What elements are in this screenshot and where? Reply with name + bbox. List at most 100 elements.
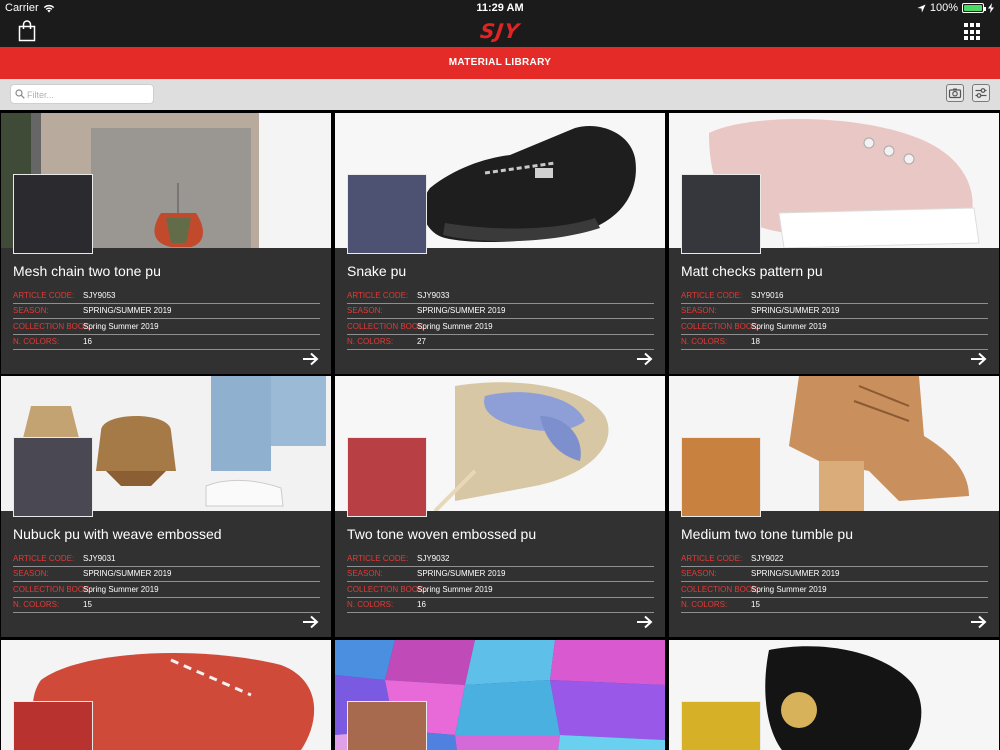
n-colors-row: N. COLORS: 15 (13, 598, 320, 613)
battery-percent: 100% (929, 2, 958, 14)
arrow-right-icon[interactable] (970, 352, 987, 366)
collection-book-label: COLLECTION BOOK: (347, 585, 426, 594)
material-card[interactable]: Matt checks pattern pu ARTICLE CODE: SJY9… (669, 113, 999, 374)
material-card[interactable] (335, 640, 665, 750)
arrow-right-icon[interactable] (302, 352, 319, 366)
n-colors-label: N. COLORS: (13, 600, 60, 609)
n-colors-label: N. COLORS: (13, 337, 60, 346)
season-label: SEASON: (681, 306, 717, 315)
brand-logo[interactable]: SJY (0, 19, 1000, 43)
material-card[interactable]: Snake pu ARTICLE CODE: SJY9033 SEASON: SPR… (335, 113, 665, 374)
article-code-value: SJY9032 (417, 554, 450, 563)
n-colors-value: 27 (417, 337, 426, 346)
collection-book-value: Spring Summer 2019 (417, 322, 493, 331)
filter-settings-button[interactable] (972, 84, 990, 102)
card-title: Nubuck pu with weave embossed (13, 526, 222, 542)
camera-icon (948, 88, 962, 99)
season-row: SEASON: SPRING/SUMMER 2019 (681, 304, 988, 319)
season-label: SEASON: (681, 569, 717, 578)
article-code-value: SJY9033 (417, 291, 450, 300)
filter-input[interactable] (27, 87, 151, 102)
n-colors-label: N. COLORS: (681, 600, 728, 609)
collection-book-value: Spring Summer 2019 (83, 585, 159, 594)
season-value: SPRING/SUMMER 2019 (751, 306, 840, 315)
article-code-value: SJY9022 (751, 554, 784, 563)
article-code-label: ARTICLE CODE: (347, 291, 409, 300)
arrow-right-icon[interactable] (636, 352, 653, 366)
apps-grid-icon[interactable] (964, 23, 982, 41)
collection-book-row: COLLECTION BOOK: Spring Summer 2019 (347, 583, 654, 598)
material-swatch (681, 437, 761, 517)
material-card[interactable]: Two tone woven embossed pu ARTICLE CODE:… (335, 376, 665, 637)
article-code-label: ARTICLE CODE: (13, 291, 75, 300)
material-swatch (347, 701, 427, 750)
article-code-label: ARTICLE CODE: (13, 554, 75, 563)
material-card[interactable]: Medium two tone tumble pu ARTICLE CODE: S… (669, 376, 999, 637)
material-card[interactable]: Mesh chain two tone pu ARTICLE CODE: SJY9… (1, 113, 331, 374)
charging-icon (988, 3, 994, 13)
n-colors-row: N. COLORS: 16 (13, 335, 320, 350)
season-label: SEASON: (13, 569, 49, 578)
collection-book-label: COLLECTION BOOK: (347, 322, 426, 331)
season-row: SEASON: SPRING/SUMMER 2019 (347, 304, 654, 319)
article-code-value: SJY9016 (751, 291, 784, 300)
material-swatch (347, 437, 427, 517)
article-code-value: SJY9053 (83, 291, 116, 300)
season-row: SEASON: SPRING/SUMMER 2019 (13, 304, 320, 319)
n-colors-value: 15 (83, 600, 92, 609)
article-code-label: ARTICLE CODE: (681, 291, 743, 300)
season-value: SPRING/SUMMER 2019 (83, 306, 172, 315)
material-swatch (681, 701, 761, 750)
material-swatch (13, 437, 93, 517)
season-row: SEASON: SPRING/SUMMER 2019 (347, 567, 654, 582)
n-colors-row: N. COLORS: 18 (681, 335, 988, 350)
season-value: SPRING/SUMMER 2019 (417, 569, 506, 578)
article-code-value: SJY9031 (83, 554, 116, 563)
article-code-label: ARTICLE CODE: (681, 554, 743, 563)
camera-button[interactable] (946, 84, 964, 102)
collection-book-row: COLLECTION BOOK: Spring Summer 2019 (13, 583, 320, 598)
status-bar: Carrier 11:29 AM 100% (0, 0, 1000, 16)
collection-book-label: COLLECTION BOOK: (681, 322, 760, 331)
collection-book-value: Spring Summer 2019 (751, 322, 827, 331)
material-swatch (347, 174, 427, 254)
material-swatch (13, 174, 93, 254)
collection-book-label: COLLECTION BOOK: (13, 585, 92, 594)
season-row: SEASON: SPRING/SUMMER 2019 (13, 567, 320, 582)
material-card[interactable]: Nubuck pu with weave embossed ARTICLE CO… (1, 376, 331, 637)
material-card[interactable] (669, 640, 999, 750)
nav-bar: SJY (0, 16, 1000, 47)
article-code-row: ARTICLE CODE: SJY9033 (347, 289, 654, 304)
status-time: 11:29 AM (476, 2, 524, 14)
season-label: SEASON: (347, 306, 383, 315)
search-icon (15, 89, 25, 99)
n-colors-row: N. COLORS: 15 (681, 598, 988, 613)
season-value: SPRING/SUMMER 2019 (417, 306, 506, 315)
n-colors-row: N. COLORS: 27 (347, 335, 654, 350)
n-colors-row: N. COLORS: 16 (347, 598, 654, 613)
season-value: SPRING/SUMMER 2019 (83, 569, 172, 578)
page-title: MATERIAL LIBRARY (0, 47, 1000, 79)
n-colors-value: 18 (751, 337, 760, 346)
collection-book-label: COLLECTION BOOK: (681, 585, 760, 594)
filter-box[interactable] (10, 84, 154, 104)
arrow-right-icon[interactable] (302, 615, 319, 629)
season-row: SEASON: SPRING/SUMMER 2019 (681, 567, 988, 582)
material-swatch (13, 701, 93, 750)
card-title: Snake pu (347, 263, 407, 279)
article-code-row: ARTICLE CODE: SJY9022 (681, 552, 988, 567)
arrow-right-icon[interactable] (636, 615, 653, 629)
material-swatch (681, 174, 761, 254)
n-colors-value: 16 (83, 337, 92, 346)
collection-book-row: COLLECTION BOOK: Spring Summer 2019 (681, 320, 988, 335)
collection-book-row: COLLECTION BOOK: Spring Summer 2019 (13, 320, 320, 335)
n-colors-label: N. COLORS: (347, 600, 394, 609)
card-title: Mesh chain two tone pu (13, 263, 161, 279)
status-right: 100% (917, 2, 994, 14)
n-colors-label: N. COLORS: (347, 337, 394, 346)
article-code-row: ARTICLE CODE: SJY9031 (13, 552, 320, 567)
arrow-right-icon[interactable] (970, 615, 987, 629)
article-code-row: ARTICLE CODE: SJY9053 (13, 289, 320, 304)
filter-toolbar (0, 79, 1000, 110)
material-card[interactable] (1, 640, 331, 750)
